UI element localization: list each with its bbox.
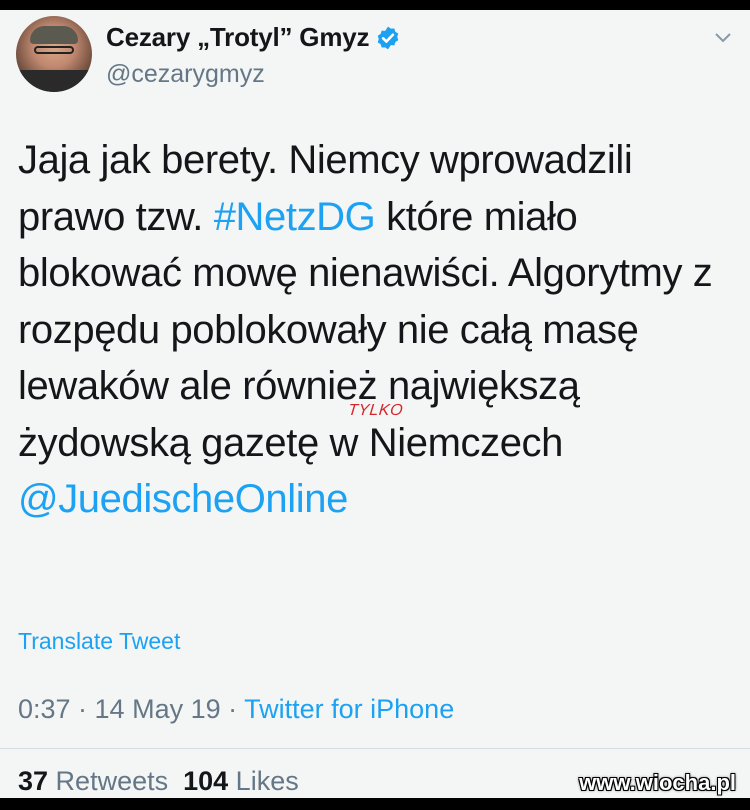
mention-link[interactable]: @JuedischeOnline xyxy=(18,477,348,521)
verified-badge-icon xyxy=(378,26,399,49)
avatar-glasses xyxy=(34,46,74,54)
author-name-row[interactable]: Cezary „Trotyl” Gmyz xyxy=(106,22,401,53)
retweets-label[interactable]: Retweets xyxy=(48,766,183,796)
user-handle[interactable]: @cezarygmyz xyxy=(106,60,265,89)
retweets-count[interactable]: 37 xyxy=(18,766,48,796)
tweet-source-link[interactable]: Twitter for iPhone xyxy=(244,694,454,724)
handwritten-annotation: TYLKO xyxy=(347,402,404,419)
divider xyxy=(0,748,750,749)
tweet-text: Jaja jak berety. Niemcy wprowadzili praw… xyxy=(18,132,728,528)
avatar-coat xyxy=(16,70,92,92)
hashtag-link[interactable]: #NetzDG xyxy=(214,195,376,239)
likes-count[interactable]: 104 xyxy=(183,766,228,796)
likes-label[interactable]: Likes xyxy=(228,766,299,796)
site-watermark: www.wiocha.pl xyxy=(579,770,736,795)
display-name[interactable]: Cezary „Trotyl” Gmyz xyxy=(106,22,370,53)
avatar[interactable] xyxy=(16,16,92,92)
tweet-stats: 37 Retweets 104 Likes xyxy=(18,766,299,797)
tweet-card: Cezary „Trotyl” Gmyz @cezarygmyz Jaja ja… xyxy=(0,10,750,798)
translate-tweet-link[interactable]: Translate Tweet xyxy=(18,628,180,655)
chevron-down-icon[interactable] xyxy=(714,32,732,44)
tweet-timestamp[interactable]: 0:37 · 14 May 19 · xyxy=(18,694,244,724)
avatar-cap xyxy=(30,26,78,44)
tweet-meta: 0:37 · 14 May 19 · Twitter for iPhone xyxy=(18,694,454,725)
